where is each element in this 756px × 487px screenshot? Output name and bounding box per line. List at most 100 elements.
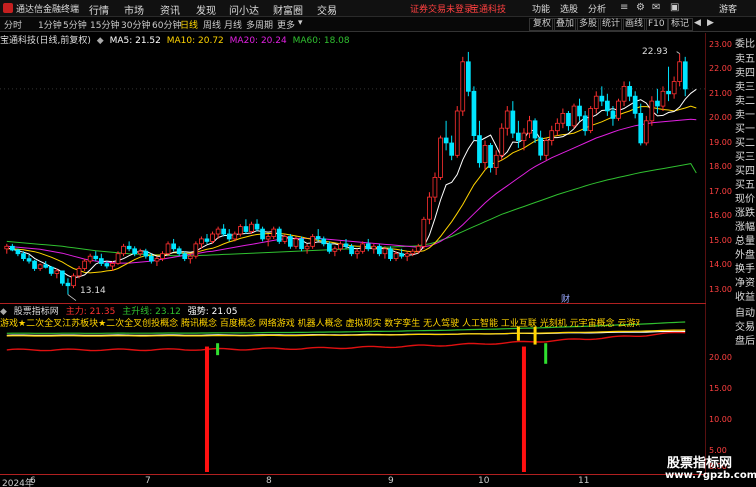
message-icon[interactable]: ✉ — [652, 2, 660, 13]
order-label: 委比 — [735, 39, 755, 50]
candle-body — [632, 95, 638, 114]
candle-body — [354, 250, 360, 255]
candle-body — [382, 248, 388, 255]
login-notice[interactable]: 证券交易未登录 — [410, 2, 473, 15]
candle-body — [60, 270, 65, 284]
menu-ask-xiaoda[interactable]: 问小达 — [229, 2, 259, 17]
menu-icon[interactable]: ≡ — [620, 2, 628, 13]
candle-body — [660, 90, 666, 107]
candle-body — [160, 253, 165, 259]
chevron-down-icon[interactable]: ◆ — [97, 36, 104, 46]
candle-body — [621, 86, 627, 102]
order-label: 现价 — [735, 194, 755, 205]
menu-market[interactable]: 市场 — [124, 2, 144, 17]
menu-discover[interactable]: 发现 — [196, 2, 216, 17]
candle-body — [543, 140, 549, 156]
analysis-button[interactable]: 分析 — [588, 2, 606, 15]
y-tick: 20.00 — [709, 113, 732, 122]
order-label: 卖四 — [735, 68, 755, 79]
candle-body — [465, 61, 471, 92]
candle-body — [504, 110, 510, 129]
date-axis: 2024年 6 7 8 9 10 11 — [0, 474, 706, 487]
candle-body — [671, 81, 677, 95]
candle-body — [132, 248, 137, 255]
candle-body — [454, 110, 460, 156]
candle-body — [271, 228, 277, 237]
candle-body — [577, 105, 582, 117]
candle-body — [510, 110, 516, 134]
candle-body — [104, 263, 110, 267]
candle-body — [215, 228, 221, 235]
menu-news[interactable]: 资讯 — [160, 2, 180, 17]
candle-body — [360, 243, 366, 252]
menu-trade[interactable]: 交易 — [317, 2, 337, 17]
candle-body — [87, 255, 93, 262]
low-price-label: 13.14 — [80, 286, 106, 296]
period-daily[interactable]: 日线 — [180, 18, 198, 31]
order-label: 买二 — [735, 138, 755, 149]
stock-picker-button[interactable]: 选股 — [560, 2, 578, 15]
y-tick: 23.00 — [709, 40, 732, 49]
side-label-trade[interactable]: 交易 — [735, 318, 755, 333]
candle-body — [627, 86, 633, 97]
side-label-auto[interactable]: 自动 — [735, 304, 755, 319]
candle-body — [393, 253, 399, 259]
candlestick-chart[interactable] — [0, 33, 706, 303]
menu-quotes[interactable]: 行情 — [89, 2, 109, 17]
candle-body — [560, 113, 566, 124]
mark-button[interactable]: 标记 — [667, 18, 694, 31]
candle-body — [176, 248, 182, 255]
candle-body — [9, 245, 15, 251]
indicator-legend: ◆ 股票指标网 主力: 21.35 主升线: 23.12 强势: 21.05 — [0, 304, 241, 317]
signal-green-bar — [544, 343, 548, 364]
candle-body — [193, 243, 199, 257]
candle-body — [493, 154, 499, 169]
period-weekly[interactable]: 周线 — [203, 18, 221, 31]
chevron-down-icon[interactable]: ▾ — [298, 18, 303, 28]
candle-body — [549, 130, 555, 141]
period-monthly[interactable]: 月线 — [224, 18, 242, 31]
order-label: 买一 — [735, 124, 755, 135]
order-label: 卖五 — [735, 54, 755, 65]
candle-body — [616, 100, 621, 119]
candle-body — [410, 250, 416, 255]
candle-body — [171, 243, 176, 250]
order-label: 总量 — [735, 236, 755, 247]
date-label: 8 — [266, 476, 272, 486]
guest-button[interactable]: 游客 — [719, 2, 737, 15]
prev-arrow-icon[interactable]: ◀ — [694, 18, 701, 28]
menu-wealth-circle[interactable]: 财富圈 — [273, 2, 303, 17]
concept-ticker: 游戏★二次全叉江苏板块★二次全叉创投概念 腾讯概念 百度概念 网络游戏 机器人概… — [0, 319, 640, 328]
period-5min[interactable]: 5分钟 — [63, 18, 87, 31]
period-30min[interactable]: 30分钟 — [121, 18, 150, 31]
candle-body — [643, 120, 649, 144]
period-60min[interactable]: 60分钟 — [152, 18, 181, 31]
settings-icon[interactable]: ⚙ — [636, 2, 645, 13]
order-label: 买五 — [735, 180, 755, 191]
candle-body — [226, 233, 232, 240]
candle-body — [666, 90, 671, 95]
candle-body — [404, 253, 410, 257]
candle-body — [488, 145, 493, 168]
period-more[interactable]: 更多 — [277, 18, 295, 31]
period-1min[interactable]: 1分钟 — [38, 18, 62, 31]
period-multi[interactable]: 多周期 — [246, 18, 273, 31]
candle-body — [449, 142, 455, 156]
candle-body — [349, 245, 354, 255]
y-tick: 22.00 — [709, 64, 732, 73]
candle-body — [649, 100, 655, 122]
order-label: 涨跌 — [735, 208, 755, 219]
candle-body — [415, 245, 421, 252]
candle-body — [26, 258, 32, 262]
period-tick[interactable]: 分时 — [4, 18, 22, 31]
tool-icon[interactable]: ▣ — [670, 2, 679, 13]
candle-body — [37, 264, 43, 269]
function-button[interactable]: 功能 — [532, 2, 550, 15]
f10-button[interactable]: F10 — [644, 18, 669, 31]
next-arrow-icon[interactable]: ▶ — [707, 18, 714, 28]
period-15min[interactable]: 15分钟 — [90, 18, 119, 31]
y-tick: 15.00 — [709, 236, 732, 245]
date-label: 10 — [478, 476, 490, 486]
indicator-chart[interactable] — [0, 304, 706, 474]
side-label-after-hours[interactable]: 盘后 — [735, 332, 755, 347]
